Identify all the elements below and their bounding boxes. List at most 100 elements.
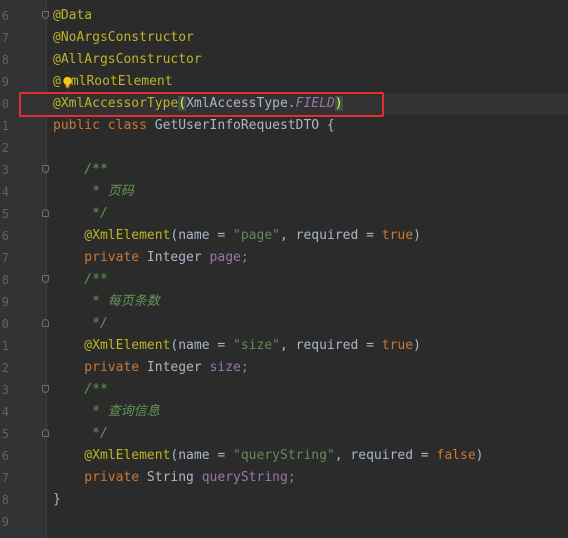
- code-text: @NoArgsConstructor: [53, 27, 194, 49]
- code-token: ;: [240, 250, 249, 265]
- code-token: private: [53, 360, 147, 375]
- fold-marker-icon[interactable]: [42, 165, 49, 173]
- code-token: Integer: [146, 250, 210, 265]
- code-line[interactable]: 5 */: [0, 203, 568, 225]
- line-number: 7: [1, 471, 9, 485]
- code-token: queryString: [201, 470, 288, 485]
- code-token: @XmlElement: [53, 228, 171, 243]
- code-token: true: [381, 338, 414, 353]
- code-token: Integer: [146, 360, 210, 375]
- code-token: (name =: [170, 338, 234, 353]
- code-line[interactable]: 8 /**: [0, 269, 568, 291]
- line-number: 3: [1, 383, 9, 397]
- code-token: @Data: [53, 8, 93, 23]
- code-line[interactable]: 5 */: [0, 423, 568, 445]
- line-number: 9: [1, 515, 9, 529]
- code-line[interactable]: 1 public class GetUserInfoRequestDTO {: [0, 115, 568, 137]
- code-token: ;: [240, 360, 249, 375]
- line-number: 2: [1, 141, 9, 155]
- code-token: */: [53, 426, 108, 441]
- code-text: private Integer page;: [53, 247, 249, 269]
- code-line[interactable]: 4 * 页码: [0, 181, 568, 203]
- fold-marker-icon[interactable]: [42, 385, 49, 393]
- code-token: "queryString": [233, 448, 335, 463]
- code-text: * 每页条数: [53, 291, 160, 313]
- code-line[interactable]: 1 @XmlElement(name = "size", required = …: [0, 335, 568, 357]
- line-number: 5: [1, 207, 9, 221]
- code-token: page: [209, 250, 241, 265]
- code-token: GetUserInfoRequestDTO {: [154, 118, 335, 133]
- code-token: , required =: [280, 338, 382, 353]
- line-number: 3: [1, 163, 9, 177]
- code-token: /**: [53, 382, 108, 397]
- line-number: 0: [1, 97, 9, 111]
- line-number: 8: [1, 53, 9, 67]
- code-text: @AllArgsConstructor: [53, 49, 202, 71]
- code-token: * 查询信息: [53, 404, 160, 419]
- code-text: * 页码: [53, 181, 134, 203]
- line-number: 8: [1, 493, 9, 507]
- code-line[interactable]: 3 /**: [0, 379, 568, 401]
- code-token: private: [53, 250, 147, 265]
- code-text: /**: [53, 159, 108, 181]
- code-token: ;: [287, 470, 296, 485]
- code-token: size: [209, 360, 241, 375]
- code-text: */: [53, 423, 108, 445]
- line-number: 2: [1, 361, 9, 375]
- code-token: String: [146, 470, 202, 485]
- code-line[interactable]: 7 private String queryString;: [0, 467, 568, 489]
- code-line[interactable]: 7 @NoArgsConstructor: [0, 27, 568, 49]
- code-line[interactable]: 0 */: [0, 313, 568, 335]
- fold-marker-icon[interactable]: [42, 209, 49, 217]
- code-line[interactable]: 9 * 每页条数: [0, 291, 568, 313]
- code-token: @NoArgsConstructor: [53, 30, 194, 45]
- code-token: @AllArgsConstructor: [53, 52, 202, 67]
- code-text: }: [53, 489, 61, 511]
- code-text: */: [53, 313, 108, 335]
- code-line[interactable]: 8 @AllArgsConstructor: [0, 49, 568, 71]
- code-token: ): [413, 228, 421, 243]
- code-text: @XmlElement(name = "queryString", requir…: [53, 445, 484, 467]
- code-token: true: [381, 228, 414, 243]
- code-line[interactable]: 6 @Data: [0, 5, 568, 27]
- code-line[interactable]: 7 private Integer page;: [0, 247, 568, 269]
- line-number: 9: [1, 75, 9, 89]
- code-token: "size": [233, 338, 280, 353]
- code-text: @Data: [53, 5, 92, 27]
- code-line[interactable]: 4 * 查询信息: [0, 401, 568, 423]
- code-text: @XmlElement(name = "size", required = tr…: [53, 335, 421, 357]
- code-line[interactable]: 6 @XmlElement(name = "page", required = …: [0, 225, 568, 247]
- code-text: * 查询信息: [53, 401, 160, 423]
- code-token: private: [53, 470, 147, 485]
- line-number: 6: [1, 449, 9, 463]
- code-text: private String queryString;: [53, 467, 296, 489]
- line-number: 5: [1, 427, 9, 441]
- code-token: */: [53, 316, 108, 331]
- line-number: 6: [1, 229, 9, 243]
- code-line[interactable]: 8}: [0, 489, 568, 511]
- line-number: 7: [1, 31, 9, 45]
- line-number: 8: [1, 273, 9, 287]
- lightbulb-icon[interactable]: [61, 76, 74, 89]
- fold-marker-icon[interactable]: [42, 11, 49, 19]
- line-number: 0: [1, 317, 9, 331]
- fold-marker-icon[interactable]: [42, 275, 49, 283]
- code-token: /**: [53, 162, 108, 177]
- line-number: 6: [1, 9, 9, 23]
- code-line[interactable]: 3 /**: [0, 159, 568, 181]
- code-token: * 每页条数: [53, 294, 160, 309]
- code-line[interactable]: 9 @ mlRootElement: [0, 71, 568, 93]
- code-token: * 页码: [53, 184, 134, 199]
- code-line[interactable]: 2: [0, 137, 568, 159]
- code-line[interactable]: 6 @XmlElement(name = "queryString", requ…: [0, 445, 568, 467]
- code-token: ): [475, 448, 484, 463]
- code-token: (name =: [170, 448, 234, 463]
- code-line[interactable]: 2 private Integer size;: [0, 357, 568, 379]
- code-token: @XmlElement: [53, 338, 171, 353]
- code-token: @: [53, 74, 61, 89]
- fold-marker-icon[interactable]: [42, 429, 49, 437]
- code-token: mlRootElement: [70, 74, 173, 89]
- code-text: public class GetUserInfoRequestDTO {: [53, 115, 335, 137]
- code-line[interactable]: 9: [0, 511, 568, 533]
- fold-marker-icon[interactable]: [42, 319, 49, 327]
